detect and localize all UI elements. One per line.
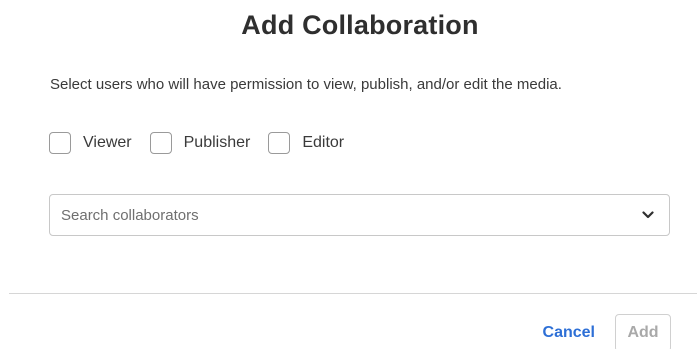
role-checkbox-group: Viewer Publisher Editor <box>49 132 362 154</box>
publisher-checkbox[interactable] <box>149 132 172 154</box>
dialog-footer: Cancel Add <box>543 314 671 349</box>
editor-label: Editor <box>302 134 345 151</box>
role-editor[interactable]: Editor <box>268 132 344 154</box>
cancel-button[interactable]: Cancel <box>543 324 595 342</box>
add-button[interactable]: Add <box>615 314 671 349</box>
search-collaborators-select[interactable]: Search collaborators <box>49 194 670 236</box>
add-collaboration-dialog: Add Collaboration Select users who will … <box>0 0 697 349</box>
viewer-label: Viewer <box>83 134 132 151</box>
publisher-label: Publisher <box>183 134 251 151</box>
search-placeholder: Search collaborators <box>61 206 199 224</box>
editor-checkbox[interactable] <box>268 132 291 154</box>
viewer-checkbox[interactable] <box>49 132 71 154</box>
chevron-down-icon[interactable] <box>641 208 655 222</box>
dialog-description: Select users who will have permission to… <box>50 76 562 93</box>
role-viewer[interactable]: Viewer <box>49 132 132 154</box>
role-publisher[interactable]: Publisher <box>149 132 251 154</box>
footer-divider <box>9 293 697 294</box>
dialog-title: Add Collaboration <box>241 10 479 40</box>
